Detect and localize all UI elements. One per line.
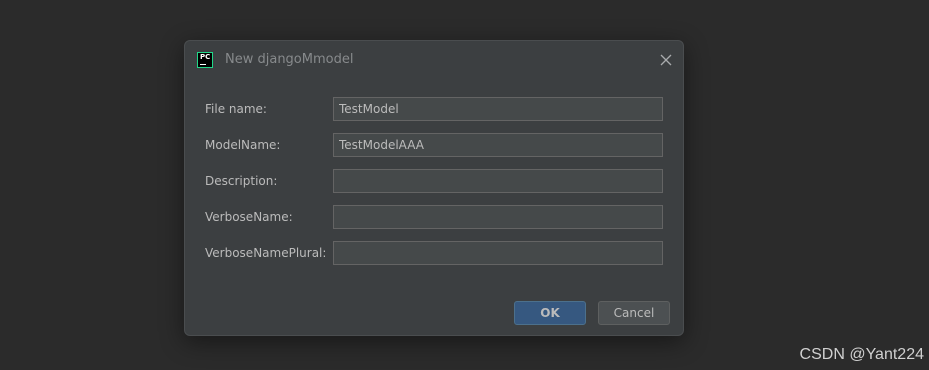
cancel-button[interactable]: Cancel — [598, 301, 670, 325]
description-label: Description: — [205, 174, 278, 188]
watermark: CSDN @Yant224 — [799, 346, 924, 363]
verbose-name-plural-row: VerboseNamePlural: — [205, 241, 665, 265]
model-name-label: ModelName: — [205, 138, 281, 152]
dialog-title: New djangoMmodel — [225, 52, 354, 67]
file-name-label: File name: — [205, 102, 267, 116]
file-name-input[interactable] — [333, 97, 663, 121]
dialog-titlebar: PC New djangoMmodel — [185, 41, 683, 79]
description-row: Description: — [205, 169, 665, 193]
ok-button[interactable]: OK — [514, 301, 586, 325]
verbose-name-input[interactable] — [333, 205, 663, 229]
model-name-row: ModelName: — [205, 133, 665, 157]
model-name-input[interactable] — [333, 133, 663, 157]
verbose-name-row: VerboseName: — [205, 205, 665, 229]
close-icon[interactable] — [657, 51, 675, 69]
verbose-name-plural-label: VerboseNamePlural: — [205, 246, 327, 260]
verbose-name-label: VerboseName: — [205, 210, 293, 224]
description-input[interactable] — [333, 169, 663, 193]
pycharm-icon: PC — [197, 52, 213, 68]
file-name-row: File name: — [205, 97, 665, 121]
new-model-dialog: PC New djangoMmodel File name: ModelName… — [184, 40, 684, 336]
verbose-name-plural-input[interactable] — [333, 241, 663, 265]
